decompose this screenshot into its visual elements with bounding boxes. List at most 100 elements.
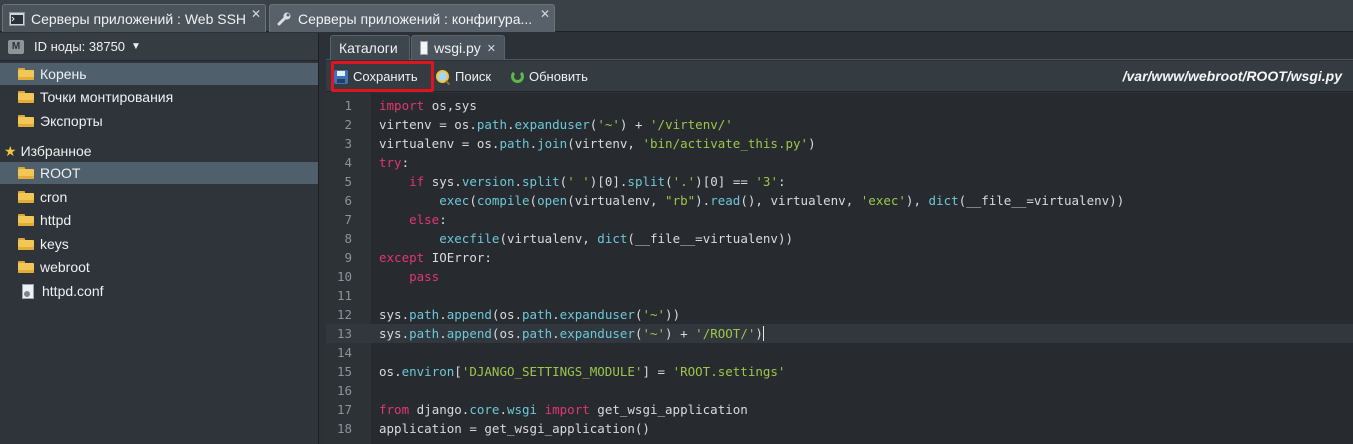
- line-number: 5: [344, 174, 352, 189]
- line-number: 6: [344, 193, 352, 208]
- refresh-button[interactable]: Обновить: [511, 65, 588, 88]
- code-text: except IOError:: [379, 250, 492, 265]
- code-text: if sys.version.split(' ')[0].split('.')[…: [409, 174, 786, 189]
- tree-item-mount-points[interactable]: Точки монтирования: [0, 86, 318, 108]
- code-line[interactable]: 16: [326, 381, 1353, 400]
- favorite-item-label: ROOT: [40, 165, 81, 181]
- file-path: /var/www/webroot/ROOT/wsgi.py: [1122, 68, 1342, 84]
- favorite-item-label: httpd: [40, 212, 72, 228]
- folder-icon: [18, 214, 34, 226]
- terminal-icon: [9, 11, 25, 26]
- code-text: pass: [409, 269, 440, 284]
- favorite-item-label: httpd.conf: [42, 283, 104, 299]
- window-tab-config[interactable]: Серверы приложений : конфигура... ✕: [269, 4, 555, 32]
- favorite-item-webroot[interactable]: webroot: [0, 256, 318, 278]
- code-line[interactable]: 18 application = get_wsgi_application(): [326, 419, 1353, 438]
- tree-item-label: Корень: [40, 66, 87, 82]
- window-tab-web-ssh[interactable]: Серверы приложений : Web SSH ✕: [2, 4, 266, 32]
- close-icon[interactable]: ✕: [540, 7, 550, 21]
- code-text: exec(compile(open(virtualenv, "rb").read…: [439, 193, 1125, 208]
- document-icon: [420, 41, 429, 55]
- code-line[interactable]: 15 os.environ['DJANGO_SETTINGS_MODULE'] =…: [326, 362, 1353, 381]
- line-number: 16: [336, 383, 352, 398]
- code-line[interactable]: 8 execfile(virtualenv, dict(__file__=vir…: [326, 229, 1353, 248]
- tab-wsgi-py[interactable]: wsgi.py ✕: [411, 35, 505, 60]
- code-line[interactable]: 1 import os,sys: [326, 96, 1353, 115]
- wrench-icon: [277, 12, 291, 25]
- node-selector[interactable]: M ID ноды: 38750 ▼: [0, 33, 318, 61]
- floppy-disk-icon: [334, 69, 348, 84]
- folder-icon: [18, 261, 34, 273]
- tab-label: Каталоги: [339, 40, 398, 56]
- window-tab-label: Серверы приложений : конфигура...: [298, 10, 533, 27]
- search-icon: [436, 69, 450, 84]
- folder-icon: [18, 167, 34, 179]
- line-number: 17: [336, 402, 352, 417]
- favorite-item-keys[interactable]: keys: [0, 233, 318, 255]
- code-text: sys.path.append(os.path.expanduser('~')): [379, 307, 681, 322]
- code-text: sys.path.append(os.path.expanduser('~') …: [379, 326, 764, 341]
- favorite-item-root[interactable]: ROOT: [0, 162, 318, 184]
- refresh-icon: [511, 70, 524, 83]
- line-number: 7: [344, 212, 352, 227]
- folder-icon: [18, 115, 34, 127]
- line-number: 4: [344, 155, 352, 170]
- close-icon[interactable]: ✕: [251, 7, 261, 21]
- save-button[interactable]: Сохранить: [331, 61, 434, 92]
- code-line[interactable]: 9 except IOError:: [326, 248, 1353, 267]
- line-number: 12: [336, 307, 352, 322]
- close-icon[interactable]: ✕: [487, 42, 496, 55]
- line-number: 10: [336, 269, 352, 284]
- favorite-item-label: keys: [40, 236, 69, 252]
- chevron-down-icon[interactable]: ▼: [131, 41, 141, 52]
- refresh-label: Обновить: [529, 69, 588, 84]
- line-number: 11: [336, 288, 352, 303]
- favorite-item-label: webroot: [40, 259, 90, 275]
- code-line[interactable]: 5 if sys.version.split(' ')[0].split('.'…: [326, 172, 1353, 191]
- tab-catalogs[interactable]: Каталоги: [330, 35, 410, 60]
- editor-toolbar: Сохранить Поиск Обновить /var/www/webroo…: [326, 61, 1353, 92]
- line-number: 8: [344, 231, 352, 246]
- line-number: 18: [336, 421, 352, 436]
- favorite-item-cron[interactable]: cron: [0, 186, 318, 208]
- folder-icon: [18, 191, 34, 203]
- tree-item-root[interactable]: Корень: [0, 63, 318, 85]
- file-icon: [22, 283, 34, 299]
- line-number: 9: [344, 250, 352, 265]
- code-line[interactable]: 3 virtualenv = os.path.join(virtenv, 'bin…: [326, 134, 1353, 153]
- code-line[interactable]: 14: [326, 343, 1353, 362]
- editor-tab-bar: Каталоги wsgi.py ✕: [326, 33, 1353, 60]
- tree-item-exports[interactable]: Экспорты: [0, 110, 318, 132]
- code-line[interactable]: 13 sys.path.append(os.path.expanduser('~'…: [326, 324, 1353, 343]
- search-label: Поиск: [455, 69, 492, 84]
- code-text: os.environ['DJANGO_SETTINGS_MODULE'] = '…: [379, 364, 786, 379]
- tab-label: wsgi.py: [434, 40, 481, 56]
- code-line[interactable]: 17 from django.core.wsgi import get_wsgi_…: [326, 400, 1353, 419]
- code-line[interactable]: 2 virtenv = os.path.expanduser('~') + '/v…: [326, 115, 1353, 134]
- code-editor[interactable]: 1 import os,sys 2 virtenv = os.path.expandu…: [326, 93, 1353, 444]
- code-text: else:: [409, 212, 447, 227]
- search-button[interactable]: Поиск: [436, 65, 491, 88]
- favorite-item-label: cron: [40, 189, 68, 205]
- favorite-item-httpd[interactable]: httpd: [0, 209, 318, 231]
- node-type-icon: M: [8, 39, 24, 54]
- code-line[interactable]: 7 else:: [326, 210, 1353, 229]
- favorite-item-httpd-conf[interactable]: httpd.conf: [0, 280, 318, 302]
- favorites-label: Избранное: [20, 143, 92, 159]
- code-line[interactable]: 10 pass: [326, 267, 1353, 286]
- favorites-header[interactable]: ★ Избранное: [0, 140, 318, 162]
- code-text: execfile(virtualenv, dict(__file__=virtu…: [439, 231, 794, 246]
- line-number: 3: [344, 136, 352, 151]
- text-cursor: [762, 326, 764, 341]
- code-line[interactable]: 4 try:: [326, 153, 1353, 172]
- code-line[interactable]: 12 sys.path.append(os.path.expanduser('~'…: [326, 305, 1353, 324]
- code-line[interactable]: 6 exec(compile(open(virtualenv, "rb").re…: [326, 191, 1353, 210]
- window-tab-bar: Серверы приложений : Web SSH ✕ Серверы п…: [0, 0, 1353, 32]
- tree-item-label: Экспорты: [40, 113, 103, 129]
- code-line[interactable]: 11: [326, 286, 1353, 305]
- code-text: virtualenv = os.path.join(virtenv, 'bin/…: [379, 136, 816, 151]
- folder-icon: [18, 68, 34, 80]
- code-text: application = get_wsgi_application(): [379, 421, 650, 436]
- folder-icon: [18, 238, 34, 250]
- node-id-label: ID ноды: 38750: [34, 39, 126, 54]
